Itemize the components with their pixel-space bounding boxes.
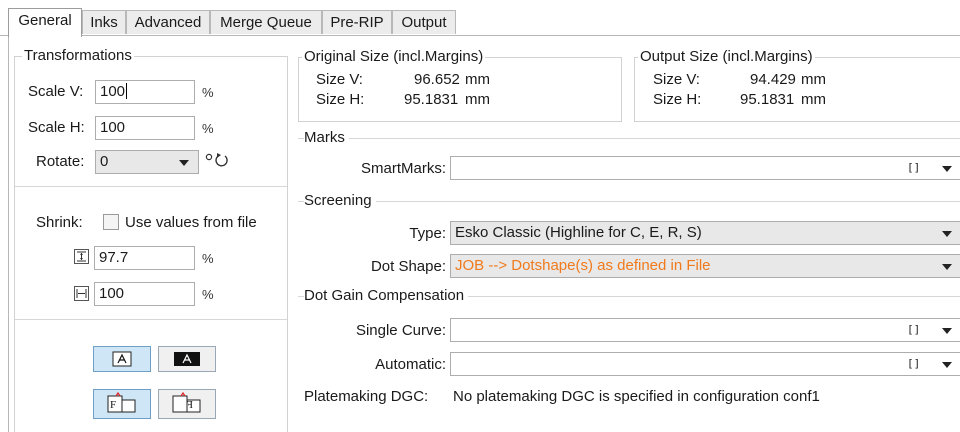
output-size-v-label: Size V:: [653, 71, 700, 88]
original-size-h-value: 95.1831: [404, 91, 459, 108]
screening-type-label: Type:: [409, 225, 446, 242]
single-curve-select[interactable]: []: [450, 318, 960, 342]
original-size-v-label: Size V:: [316, 71, 363, 88]
chevron-down-icon: [942, 166, 952, 172]
original-size-h-unit: mm: [465, 91, 490, 108]
original-size-h-label: Size H:: [316, 91, 365, 108]
dot-shape-select[interactable]: JOB --> Dotshape(s) as defined in File: [450, 254, 960, 278]
output-size-v-unit: mm: [801, 71, 826, 88]
automatic-label: Automatic:: [375, 356, 446, 373]
rotate-value: 0: [100, 153, 109, 170]
tab-advanced[interactable]: Advanced: [126, 10, 210, 34]
mirror-f-icon: F: [107, 391, 136, 413]
screening-divider: [298, 201, 960, 202]
positive-mode-button[interactable]: [93, 346, 151, 372]
original-size-v-unit: mm: [465, 71, 490, 88]
dot-shape-label: Dot Shape:: [370, 258, 446, 275]
mirror-f-reversed-icon: F: [172, 391, 201, 413]
single-curve-label: Single Curve:: [355, 322, 446, 339]
shrink-vertical-unit: %: [202, 251, 214, 266]
transform-divider: [15, 186, 287, 187]
shrink-horizontal-input[interactable]: 100: [94, 282, 195, 306]
letter-a-negative-icon: [174, 352, 200, 366]
rotate-label: Rotate:: [36, 153, 85, 170]
screening-type-value: Esko Classic (Highline for C, E, R, S): [455, 224, 702, 241]
original-size-v-value: 96.652: [414, 71, 460, 88]
mirror-on-button[interactable]: F: [158, 389, 216, 419]
shrink-horizontal-icon: [73, 285, 90, 302]
chevron-down-icon: [179, 160, 189, 166]
platemaking-dgc-value: No platemaking DGC is specified in confi…: [453, 388, 820, 405]
shrink-vertical-input[interactable]: 97.7: [94, 246, 195, 270]
transformations-group: [14, 56, 288, 432]
transformations-title: Transformations: [22, 47, 134, 65]
tab-pre-rip[interactable]: Pre-RIP: [322, 10, 392, 34]
tab-inks[interactable]: Inks: [82, 10, 126, 34]
use-values-from-file-label: Use values from file: [125, 214, 257, 231]
output-size-h-value: 95.1831: [740, 91, 795, 108]
chevron-down-icon: [942, 264, 952, 270]
output-size-group: [634, 57, 960, 122]
tab-general[interactable]: General: [8, 8, 82, 37]
original-size-title: Original Size (incl.Margins): [302, 48, 486, 66]
output-size-h-unit: mm: [801, 91, 826, 108]
shrink-horizontal-unit: %: [202, 287, 214, 302]
use-values-from-file-checkbox[interactable]: [103, 214, 119, 230]
tab-merge-queue[interactable]: Merge Queue: [210, 10, 322, 34]
marks-divider: [298, 138, 960, 139]
shrink-divider: [15, 319, 287, 320]
letter-a-positive-icon: [112, 351, 132, 367]
output-size-h-label: Size H:: [653, 91, 702, 108]
scale-h-input[interactable]: 100: [95, 116, 195, 140]
automatic-select[interactable]: []: [450, 352, 960, 376]
original-size-group: [298, 57, 622, 122]
scale-h-unit: %: [202, 121, 214, 136]
tab-output[interactable]: Output: [392, 10, 456, 34]
screening-type-select[interactable]: Esko Classic (Highline for C, E, R, S): [450, 221, 960, 245]
svg-text:F: F: [110, 399, 116, 411]
mirror-off-button[interactable]: F: [93, 389, 151, 419]
platemaking-dgc-label: Platemaking DGC:: [304, 388, 429, 405]
shrink-vertical-icon: [73, 248, 90, 265]
scale-v-unit: %: [202, 85, 214, 100]
chevron-down-icon: [942, 328, 952, 334]
dot-shape-value: JOB --> Dotshape(s) as defined in File: [455, 257, 711, 274]
marks-title: Marks: [304, 129, 349, 147]
scale-v-input[interactable]: 100: [95, 80, 195, 104]
output-size-v-value: 94.429: [750, 71, 796, 88]
shrink-label: Shrink:: [36, 214, 83, 231]
output-size-title: Output Size (incl.Margins): [638, 48, 815, 66]
smartmarks-label: SmartMarks:: [360, 160, 446, 177]
tab-bar: General Inks Advanced Merge Queue Pre-RI…: [0, 0, 960, 38]
automatic-bracket-icon: []: [907, 357, 921, 370]
scale-h-label: Scale H:: [28, 119, 85, 136]
dgc-title: Dot Gain Compensation: [304, 287, 469, 305]
chevron-down-icon: [942, 231, 952, 237]
smartmarks-select[interactable]: []: [450, 156, 960, 180]
scale-v-label: Scale V:: [28, 83, 84, 100]
single-curve-bracket-icon: []: [907, 323, 921, 336]
svg-text:F: F: [187, 399, 193, 411]
chevron-down-icon: [942, 362, 952, 368]
rotate-select[interactable]: 0: [95, 150, 199, 174]
rotate-reset-icon[interactable]: [205, 151, 233, 169]
negative-mode-button[interactable]: [158, 346, 216, 372]
screening-title: Screening: [304, 192, 376, 210]
smartmarks-bracket-icon: []: [907, 161, 921, 174]
